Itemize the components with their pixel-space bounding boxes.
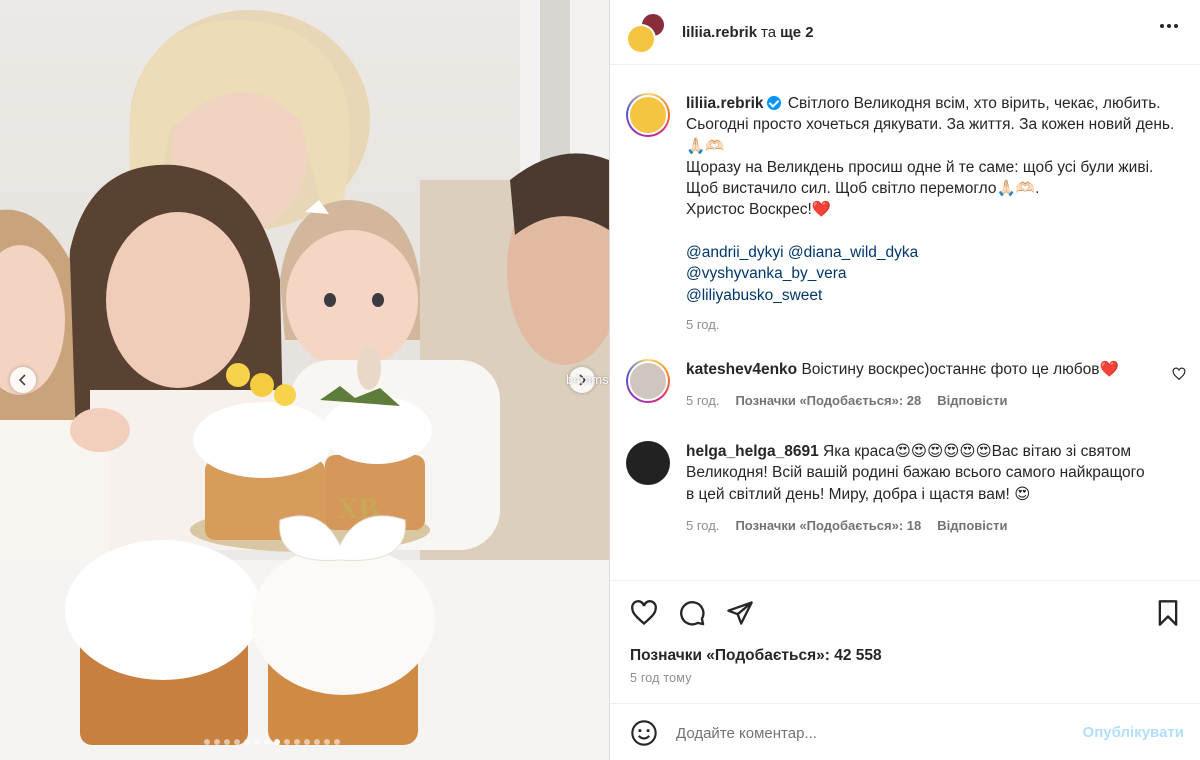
slide-dot xyxy=(284,739,290,745)
comment-input[interactable] xyxy=(676,716,1056,750)
previous-slide-button[interactable] xyxy=(10,367,36,393)
slide-dot xyxy=(204,739,210,745)
slide-dot xyxy=(334,739,340,745)
slide-dot xyxy=(274,739,280,745)
comment-username[interactable]: helga_helga_8691 xyxy=(686,443,819,460)
post-comment-button[interactable]: Опублікувати xyxy=(1083,724,1184,741)
header-and-text: та xyxy=(761,23,777,41)
caption-line: Щоразу на Великдень просиш одне й те сам… xyxy=(686,158,1154,198)
mention-link[interactable]: @liliyabusko_sweet xyxy=(686,287,822,304)
slide-dot xyxy=(314,739,320,745)
comment-bubble-icon[interactable] xyxy=(678,599,706,627)
mention-link[interactable]: @andrii_dykyi xyxy=(686,244,784,261)
add-comment-bar: Опублікувати xyxy=(610,703,1200,760)
comment-username[interactable]: kateshev4enko xyxy=(686,361,797,378)
verified-icon xyxy=(766,96,781,110)
slide-indicator xyxy=(204,739,340,745)
caption-line: Христос Воскрес!❤️ xyxy=(686,201,832,219)
family-easter-photo: XB xyxy=(0,0,609,760)
watermark: b4mms.com xyxy=(566,372,609,387)
slide-dot xyxy=(244,739,250,745)
slide-dot xyxy=(234,739,240,745)
dot-icon xyxy=(1167,24,1171,28)
mention-link[interactable]: @vyshyvanka_by_vera xyxy=(686,265,846,282)
like-comment-heart-icon[interactable] xyxy=(1172,367,1186,381)
like-heart-icon[interactable] xyxy=(630,599,658,627)
slide-dot xyxy=(224,739,230,745)
reply-button[interactable]: Відповісти xyxy=(937,515,1007,536)
comment-likes[interactable]: Позначки «Подобається»: 18 xyxy=(735,515,921,536)
caption-body: liliia.rebrik Світлого Великодня всім, х… xyxy=(686,93,1186,335)
avatar[interactable] xyxy=(626,441,670,485)
avatar[interactable] xyxy=(626,359,670,403)
bookmark-icon[interactable] xyxy=(1154,599,1182,627)
slide-dot xyxy=(264,739,270,745)
chevron-left-icon xyxy=(18,374,26,386)
header-more-collaborators[interactable]: ще 2 xyxy=(780,24,814,41)
slide-dot xyxy=(214,739,220,745)
post-dialog: XB b4mms.com liliia.rebrik та ще 2 xyxy=(0,0,1200,760)
comment-meta: 5 год. Позначки «Подобається»: 28 Відпов… xyxy=(686,390,1156,411)
comment-body: kateshev4enko Воістину воскрес)останнє ф… xyxy=(686,359,1156,412)
slide-dot xyxy=(304,739,310,745)
comment-body: helga_helga_8691 Яка краса😍😍😍😍😍😍Вас віта… xyxy=(686,441,1156,536)
emoji-smile-icon[interactable] xyxy=(630,719,658,747)
post-header: liliia.rebrik та ще 2 xyxy=(610,0,1200,65)
slide-dot xyxy=(324,739,330,745)
post-time-ago[interactable]: 5 год тому xyxy=(630,671,692,685)
comment-meta: 5 год. Позначки «Подобається»: 18 Відпов… xyxy=(686,515,1156,536)
comment-likes[interactable]: Позначки «Подобається»: 28 xyxy=(735,390,921,411)
slide-dot xyxy=(294,739,300,745)
reply-button[interactable]: Відповісти xyxy=(937,390,1007,411)
mention-link[interactable]: @diana_wild_dyka xyxy=(788,244,918,261)
caption-time[interactable]: 5 год. xyxy=(686,314,719,335)
caption-meta: 5 год. xyxy=(686,314,1186,335)
comment-text: Воістину воскрес)останнє фото це любов❤️ xyxy=(801,361,1119,378)
post-details: liliia.rebrik та ще 2 liliia.rebrik Світ… xyxy=(610,0,1200,760)
action-icons xyxy=(630,599,754,627)
slide-dot xyxy=(254,739,260,745)
caption-line: Світлого Великодня всім, хто вірить, чек… xyxy=(787,95,1161,112)
post-photo[interactable]: XB b4mms.com xyxy=(0,0,609,760)
collab-avatars[interactable] xyxy=(626,12,668,54)
comment-time[interactable]: 5 год. xyxy=(686,390,719,411)
avatar[interactable] xyxy=(626,93,670,137)
avatar xyxy=(626,24,656,54)
dot-icon xyxy=(1174,24,1178,28)
dot-icon xyxy=(1160,24,1164,28)
caption-username[interactable]: liliia.rebrik xyxy=(686,95,764,112)
comment-time[interactable]: 5 год. xyxy=(686,515,719,536)
more-options-button[interactable] xyxy=(1160,24,1178,28)
post-actions: Позначки «Подобається»: 42 558 5 год том… xyxy=(610,580,1200,760)
header-username[interactable]: liliia.rebrik xyxy=(682,24,757,41)
post-likes-count[interactable]: Позначки «Подобається»: 42 558 xyxy=(630,647,882,665)
caption-line: Сьогодні просто хочеться дякувати. За жи… xyxy=(686,116,1175,155)
share-send-icon[interactable] xyxy=(726,599,754,627)
